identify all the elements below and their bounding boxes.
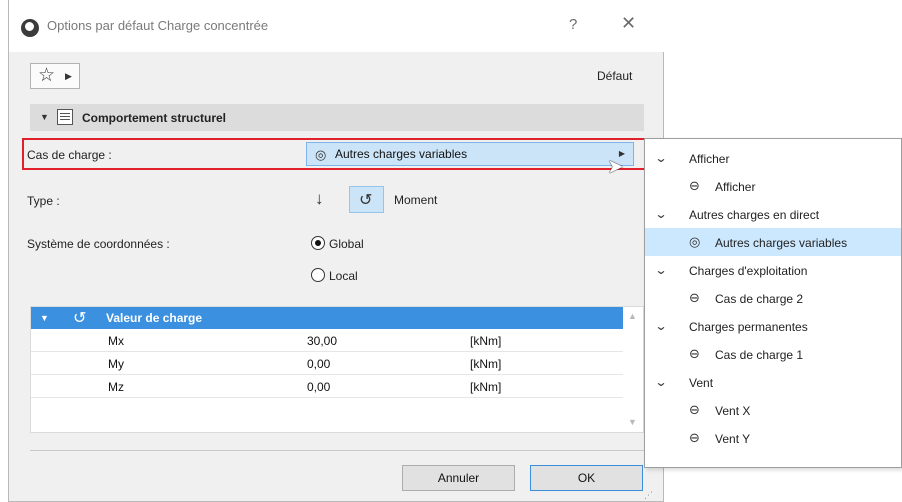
menu-group-label: Charges d'exploitation xyxy=(689,264,808,278)
radio-global-label: Global xyxy=(329,237,364,251)
row-value: 0,00 xyxy=(307,357,331,371)
app-logo-icon xyxy=(21,19,39,37)
load-case-label: Cas de charge : xyxy=(27,148,112,162)
structural-settings-icon xyxy=(57,109,73,125)
close-button[interactable]: ✕ xyxy=(621,13,636,34)
help-button[interactable]: ? xyxy=(569,16,577,33)
star-icon: ☆ xyxy=(38,65,56,86)
radio-local[interactable] xyxy=(311,268,325,282)
load-case-dropdown[interactable]: ◎ Autres charges variables ▶ xyxy=(306,142,634,166)
chevron-right-icon: ▶ xyxy=(65,71,72,81)
collapse-arrow-icon: ▼ xyxy=(40,313,49,323)
mouse-cursor-icon: ➤ xyxy=(607,156,624,178)
section-title: Comportement structurel xyxy=(82,111,227,125)
menu-item[interactable]: ⊖ Vent Y xyxy=(645,424,901,452)
menu-group-afficher[interactable]: ⌄ Afficher xyxy=(645,144,901,172)
table-scrollbar[interactable]: ▲ ▼ xyxy=(623,307,643,432)
scroll-down-icon[interactable]: ▼ xyxy=(628,417,637,427)
menu-item[interactable]: ⊖ Vent X xyxy=(645,396,901,424)
menu-group-label: Charges permanentes xyxy=(689,320,808,334)
menu-group-permanentes[interactable]: ⌄ Charges permanentes xyxy=(645,312,901,340)
eye-closed-icon: ⊖ xyxy=(689,290,700,305)
table-header[interactable]: ▼ ↺ Valeur de charge xyxy=(31,307,623,329)
row-value: 30,00 xyxy=(307,334,338,348)
collapse-arrow-icon: ▼ xyxy=(40,112,49,122)
eye-closed-icon: ⊖ xyxy=(689,430,700,445)
row-name: Mz xyxy=(108,380,124,394)
radio-global[interactable] xyxy=(311,236,325,250)
menu-item[interactable]: ⊖ Cas de charge 2 xyxy=(645,284,901,312)
menu-group-label: Afficher xyxy=(689,152,730,166)
row-value: 0,00 xyxy=(307,380,331,394)
moment-icon: ↺ xyxy=(359,192,373,209)
moment-icon: ↺ xyxy=(73,310,87,327)
ok-button[interactable]: OK xyxy=(530,465,643,491)
table-header-label: Valeur de charge xyxy=(106,311,203,325)
row-unit: [kNm] xyxy=(470,380,502,394)
eye-closed-icon: ⊖ xyxy=(689,178,700,193)
chevron-down-icon: ⌄ xyxy=(654,263,668,277)
row-unit: [kNm] xyxy=(470,357,502,371)
row-unit: [kNm] xyxy=(470,334,502,348)
dialog-title: Options par défaut Charge concentrée xyxy=(47,18,269,33)
table-row[interactable]: Mz 0,00 [kNm] xyxy=(31,375,623,398)
moment-type-button[interactable]: ↺ xyxy=(349,186,384,213)
section-header-structural[interactable]: ▼ Comportement structurel xyxy=(30,104,644,131)
force-arrow-icon[interactable]: ↓ xyxy=(315,189,324,209)
title-bar: Options par défaut Charge concentrée ? ✕ xyxy=(9,0,664,52)
eye-closed-icon: ⊖ xyxy=(689,402,700,417)
menu-item-label: Vent Y xyxy=(715,432,751,446)
chevron-down-icon: ⌄ xyxy=(654,207,668,221)
load-case-value: Autres charges variables xyxy=(335,147,468,161)
menu-group-exploitation[interactable]: ⌄ Charges d'exploitation xyxy=(645,256,901,284)
menu-item-label: Afficher xyxy=(715,180,756,194)
default-label: Défaut xyxy=(597,69,633,83)
table-row[interactable]: My 0,00 [kNm] xyxy=(31,352,623,375)
load-case-menu: ⌄ Afficher ⊖ Afficher ⌄ Autres charges e… xyxy=(644,138,902,468)
resize-grip-icon[interactable]: ⋰ xyxy=(644,490,653,501)
chevron-down-icon: ⌄ xyxy=(654,151,668,165)
menu-item[interactable]: ⊖ Cas de charge 1 xyxy=(645,340,901,368)
menu-group-label: Autres charges en direct xyxy=(689,208,820,222)
options-dialog: Options par défaut Charge concentrée ? ✕… xyxy=(8,0,664,502)
moment-label: Moment xyxy=(394,193,438,207)
type-label: Type : xyxy=(27,194,60,208)
row-name: My xyxy=(108,357,124,371)
radio-local-label: Local xyxy=(329,269,358,283)
menu-group-autres-charges[interactable]: ⌄ Autres charges en direct xyxy=(645,200,901,228)
menu-group-label: Vent xyxy=(689,376,714,390)
coordinate-system-label: Système de coordonnées : xyxy=(27,237,170,251)
eye-closed-icon: ⊖ xyxy=(689,346,700,361)
favorites-button[interactable]: ☆ ▶ xyxy=(30,63,80,89)
row-name: Mx xyxy=(108,334,124,348)
menu-item[interactable]: ⊖ Afficher xyxy=(645,172,901,200)
cancel-button[interactable]: Annuler xyxy=(402,465,515,491)
menu-item-selected[interactable]: ◎ Autres charges variables xyxy=(645,228,901,256)
chevron-down-icon: ⌄ xyxy=(654,375,668,389)
eye-icon: ◎ xyxy=(315,147,327,162)
footer-divider xyxy=(30,450,644,451)
menu-item-label: Cas de charge 2 xyxy=(715,292,804,306)
table-row[interactable]: Mx 30,00 [kNm] xyxy=(31,329,623,352)
menu-item-label: Vent X xyxy=(715,404,751,418)
chevron-down-icon: ⌄ xyxy=(654,319,668,333)
eye-icon: ◎ xyxy=(689,234,701,249)
scroll-up-icon[interactable]: ▲ xyxy=(628,311,637,321)
menu-item-label: Cas de charge 1 xyxy=(715,348,804,362)
load-value-table: ▼ ↺ Valeur de charge Mx 30,00 [kNm] My 0… xyxy=(30,306,644,433)
menu-group-vent[interactable]: ⌄ Vent xyxy=(645,368,901,396)
menu-item-label: Autres charges variables xyxy=(715,236,848,250)
